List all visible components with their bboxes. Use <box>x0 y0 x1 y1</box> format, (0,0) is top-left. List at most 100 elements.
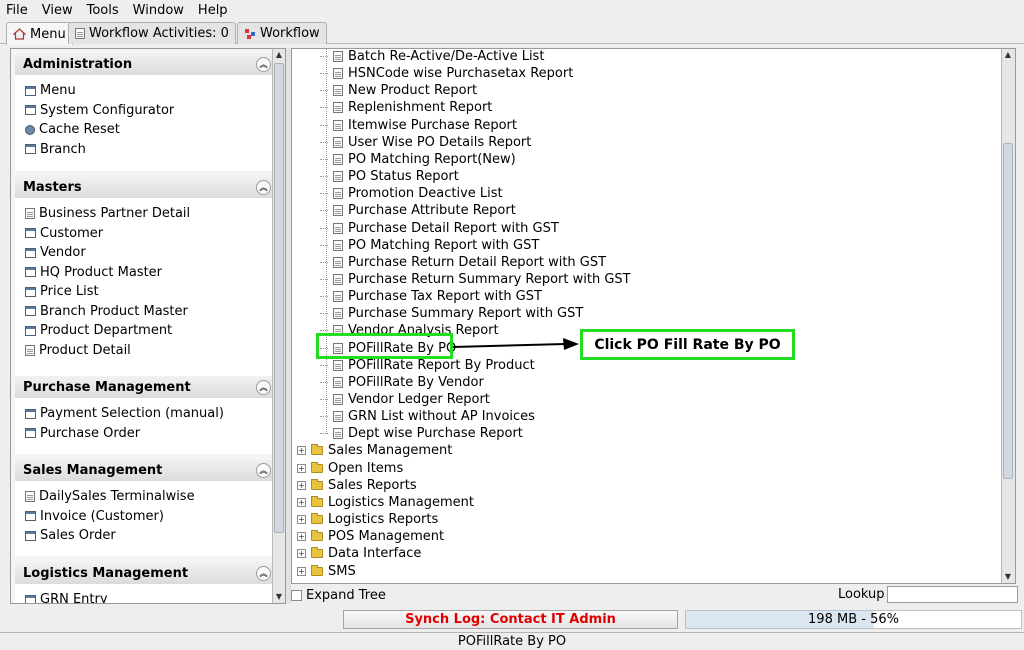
tree-item-purchase-return-summary-report-with-gst[interactable]: Purchase Return Summary Report with GST <box>320 271 631 288</box>
tree-item-hsncode-wise-purchasetax-report[interactable]: HSNCode wise Purchasetax Report <box>320 65 573 82</box>
sidebar-item-label: System Configurator <box>40 102 175 118</box>
tree-item-pofillrate-report-by-product[interactable]: POFillRate Report By Product <box>320 357 535 374</box>
scroll-up-icon[interactable]: ▲ <box>1002 49 1014 61</box>
tree-item-replenishment-report[interactable]: Replenishment Report <box>320 99 492 116</box>
tree-item-label: Vendor Ledger Report <box>348 392 490 407</box>
scroll-down-icon[interactable]: ▼ <box>273 591 285 603</box>
tree-item-purchase-attribute-report[interactable]: Purchase Attribute Report <box>320 202 516 219</box>
collapse-icon[interactable]: ︽ <box>256 179 271 195</box>
document-icon <box>333 394 343 405</box>
menu-view[interactable]: View <box>42 3 73 18</box>
sidebar-item-label: Menu <box>40 83 76 99</box>
synch-log-button[interactable]: Synch Log: Contact IT Admin <box>343 610 678 629</box>
tree-folder-open-items[interactable]: + Open Items <box>297 460 403 477</box>
tab-workflow[interactable]: Workflow <box>237 22 327 44</box>
tree-item-label: PO Matching Report with GST <box>348 237 540 253</box>
tab-menu[interactable]: Menu <box>6 22 73 45</box>
sidebar-item-price-list[interactable]: Price List <box>15 282 273 302</box>
tree-item-grn-list-without-ap-invoices[interactable]: GRN List without AP Invoices <box>320 408 535 425</box>
expand-icon[interactable]: + <box>297 480 306 490</box>
sidebar-item-business-partner-detail[interactable]: Business Partner Detail <box>15 204 273 224</box>
tree-folder-sms[interactable]: + SMS <box>297 563 356 580</box>
collapse-icon[interactable]: ︽ <box>256 462 271 478</box>
expand-icon[interactable]: + <box>297 549 306 559</box>
sidebar-item-product-department[interactable]: Product Department <box>15 321 273 341</box>
sidebar-scrollbar[interactable]: ▲ ▼ <box>272 49 285 603</box>
sidebar-item-branch-product-master[interactable]: Branch Product Master <box>15 302 273 322</box>
document-icon <box>333 85 343 97</box>
sidebar-item-system-configurator[interactable]: System Configurator <box>15 101 273 121</box>
sidebar-item-dailysales-terminalwise[interactable]: DailySales Terminalwise <box>15 487 273 507</box>
tree-folder-pos-management[interactable]: + POS Management <box>297 528 444 545</box>
tree-item-promotion-deactive-list[interactable]: Promotion Deactive List <box>320 185 503 202</box>
folder-icon <box>311 478 323 490</box>
panel-header[interactable]: Sales Management ︽ <box>15 459 273 481</box>
sidebar-item-sales-order[interactable]: Sales Order <box>15 526 273 546</box>
tree-item-label: POFillRate Report By Product <box>348 357 535 373</box>
tree-item-batch-re-active-de-active-list[interactable]: Batch Re-Active/De-Active List <box>320 49 544 65</box>
tree-item-po-matching-report-with-gst[interactable]: PO Matching Report with GST <box>320 237 540 254</box>
tree-connector <box>320 313 328 315</box>
expand-icon[interactable]: + <box>297 446 306 456</box>
tree-folder-label: Data Interface <box>328 546 422 562</box>
sidebar-item-product-detail[interactable]: Product Detail <box>15 341 273 361</box>
tree-folder-data-interface[interactable]: + Data Interface <box>297 545 421 562</box>
tree-item-pofillrate-by-vendor[interactable]: POFillRate By Vendor <box>320 374 484 391</box>
sidebar-item-vendor[interactable]: Vendor <box>15 243 273 263</box>
expand-icon[interactable]: + <box>297 532 306 542</box>
tree-item-new-product-report[interactable]: New Product Report <box>320 82 477 99</box>
tab-workflow-activities[interactable]: Workflow Activities: 0 <box>68 22 236 44</box>
sidebar-item-invoice-customer[interactable]: Invoice (Customer) <box>15 507 273 527</box>
scroll-up-icon[interactable]: ▲ <box>273 49 285 61</box>
menu-window[interactable]: Window <box>133 3 184 18</box>
sidebar-item-payment-selection[interactable]: Payment Selection (manual) <box>15 404 273 424</box>
expand-icon[interactable]: + <box>297 515 306 525</box>
lookup-input[interactable] <box>887 586 1018 603</box>
menu-bar: File View Tools Window Help <box>0 0 1024 20</box>
expand-icon[interactable]: + <box>297 463 306 473</box>
sidebar-item-purchase-order[interactable]: Purchase Order <box>15 424 273 444</box>
tree-item-dept-wise-purchase-report[interactable]: Dept wise Purchase Report <box>320 425 523 442</box>
tree-item-purchase-detail-report-with-gst[interactable]: Purchase Detail Report with GST <box>320 220 559 237</box>
menu-help[interactable]: Help <box>198 3 228 18</box>
expand-icon[interactable]: + <box>297 566 306 576</box>
tree-item-po-status-report[interactable]: PO Status Report <box>320 168 459 185</box>
scroll-down-icon[interactable]: ▼ <box>1002 571 1014 583</box>
scroll-thumb[interactable] <box>274 63 284 533</box>
menu-tools[interactable]: Tools <box>87 3 119 18</box>
expand-tree-checkbox[interactable] <box>291 589 302 601</box>
document-icon <box>333 359 343 371</box>
tree-item-purchase-summary-report-with-gst[interactable]: Purchase Summary Report with GST <box>320 305 584 322</box>
sidebar-item-customer[interactable]: Customer <box>15 224 273 244</box>
scroll-thumb[interactable] <box>1003 143 1013 479</box>
collapse-icon[interactable]: ︽ <box>256 379 271 395</box>
memory-indicator[interactable]: 198 MB - 56% <box>685 610 1022 629</box>
tree-folder-sales-reports[interactable]: + Sales Reports <box>297 477 417 494</box>
tree-item-itemwise-purchase-report[interactable]: Itemwise Purchase Report <box>320 117 517 134</box>
tree-item-po-matching-report-new[interactable]: PO Matching Report(New) <box>320 151 516 168</box>
menu-file[interactable]: File <box>6 3 28 18</box>
collapse-icon[interactable]: ︽ <box>256 565 271 581</box>
tree-folder-logistics-management[interactable]: + Logistics Management <box>297 494 474 511</box>
tree-item-purchase-return-detail-report-with-gst[interactable]: Purchase Return Detail Report with GST <box>320 254 607 271</box>
panel-header[interactable]: Purchase Management ︽ <box>15 376 273 398</box>
panel-header[interactable]: Administration ︽ <box>15 53 273 75</box>
tree-item-label: Purchase Return Detail Report with GST <box>348 254 607 270</box>
panel-header[interactable]: Logistics Management ︽ <box>15 562 273 584</box>
tree-item-purchase-tax-report-with-gst[interactable]: Purchase Tax Report with GST <box>320 288 542 305</box>
tree-item-label: Purchase Summary Report with GST <box>348 306 584 322</box>
tree-folder-logistics-reports[interactable]: + Logistics Reports <box>297 511 438 528</box>
sidebar-item-cache-reset[interactable]: Cache Reset <box>15 120 273 140</box>
tree-item-vendor-ledger-report[interactable]: Vendor Ledger Report <box>320 391 490 408</box>
collapse-icon[interactable]: ︽ <box>256 56 271 72</box>
window-icon <box>25 228 36 239</box>
sidebar-item-branch[interactable]: Branch <box>15 140 273 160</box>
tree-folder-sales-management[interactable]: + Sales Management <box>297 442 452 459</box>
sidebar-item-menu[interactable]: Menu <box>15 81 273 101</box>
sidebar-item-grn-entry[interactable]: GRN Entry <box>15 590 273 603</box>
panel-header[interactable]: Masters ︽ <box>15 176 273 198</box>
tree-scrollbar[interactable]: ▲ ▼ <box>1001 49 1015 583</box>
tree-item-user-wise-po-details-report[interactable]: User Wise PO Details Report <box>320 134 531 151</box>
sidebar-item-hq-product-master[interactable]: HQ Product Master <box>15 263 273 283</box>
expand-icon[interactable]: + <box>297 497 306 507</box>
